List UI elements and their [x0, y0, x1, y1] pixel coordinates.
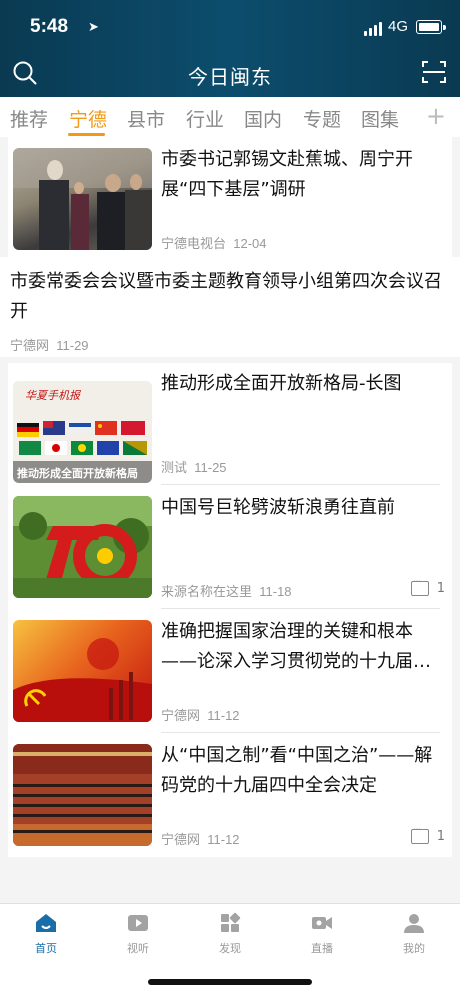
- news-headline: 准确把握国家治理的关键和根本——论深入学习贯彻党的十九届…: [161, 621, 431, 672]
- tab-counties[interactable]: 县市: [127, 105, 165, 132]
- comment-count[interactable]: 1: [410, 823, 445, 844]
- news-meta: 宁德电视台 12-04: [161, 233, 267, 252]
- news-headline: 市委书记郭锡文赴蕉城、周宁开展“四下基层”调研: [161, 149, 413, 200]
- news-source: 来源名称在这里: [161, 584, 253, 599]
- network-type: 4G: [387, 18, 408, 35]
- news-headline: 推动形成全面开放新格局-长图: [161, 373, 402, 394]
- news-thumbnail: 华夏手机报 推动形成全面开放新格局: [13, 381, 152, 483]
- battery-icon: [416, 20, 446, 34]
- news-meta: 宁德网 11-12: [161, 705, 240, 724]
- news-date: 11-12: [207, 832, 240, 847]
- signal-icon: [364, 22, 382, 36]
- nav-live[interactable]: 直播: [287, 912, 357, 956]
- location-icon: ➤: [88, 20, 99, 35]
- home-icon: [36, 914, 56, 932]
- nav-profile-label: 我的: [403, 942, 425, 955]
- video-icon: [128, 915, 148, 931]
- status-bar: 5:48 ➤ 4G: [0, 14, 460, 44]
- thumb-banner-text: 推动形成全面开放新格局: [17, 466, 138, 480]
- news-item[interactable]: 准确把握国家治理的关键和根本——论深入学习贯彻党的十九届… 宁德网 11-12: [8, 609, 452, 733]
- news-source: 宁德网: [10, 338, 50, 353]
- news-meta: 宁德网 11-29: [10, 335, 89, 354]
- thumb-masthead: 华夏手机报: [25, 389, 82, 402]
- news-date: 12-04: [233, 236, 267, 251]
- news-meta: 测试 11-25: [161, 457, 227, 476]
- comment-count[interactable]: 1: [410, 575, 445, 596]
- news-date: 11-25: [194, 460, 227, 475]
- news-headline: 中国号巨轮劈波斩浪勇往直前: [161, 497, 395, 518]
- news-source: 宁德电视台: [161, 236, 227, 251]
- tab-industry[interactable]: 行业: [186, 105, 224, 132]
- news-source: 测试: [161, 460, 188, 475]
- comment-icon: [410, 575, 429, 596]
- news-item[interactable]: 市委书记郭锡文赴蕉城、周宁开展“四下基层”调研 宁德电视台 12-04: [8, 137, 452, 257]
- nav-home[interactable]: 首页: [11, 912, 81, 956]
- news-meta: 来源名称在这里 11-18: [161, 581, 292, 600]
- tab-domestic[interactable]: 国内: [244, 105, 282, 132]
- tab-gallery[interactable]: 图集: [361, 105, 399, 132]
- news-thumbnail: [13, 148, 152, 250]
- active-tab-indicator: [68, 133, 105, 136]
- scan-icon[interactable]: [421, 59, 447, 85]
- comment-count-value: 1: [436, 829, 445, 844]
- nav-live-label: 直播: [311, 942, 333, 955]
- news-date: 11-18: [259, 584, 292, 599]
- news-date: 11-12: [207, 708, 240, 723]
- news-item[interactable]: 中国号巨轮劈波斩浪勇往直前 来源名称在这里 11-18 1: [8, 485, 452, 609]
- nav-home-label: 首页: [35, 942, 57, 955]
- page-title: 今日闽东: [188, 65, 272, 89]
- nav-discover-label: 发现: [219, 942, 241, 955]
- discover-icon: [221, 912, 241, 932]
- news-source: 宁德网: [161, 832, 201, 847]
- nav-video[interactable]: 视听: [103, 912, 173, 956]
- app-header: 5:48 ➤ 4G 今日闽东: [0, 0, 460, 97]
- news-item[interactable]: 市委常委会会议暨市委主题教育领导小组第四次会议召开 宁德网 11-29: [0, 257, 460, 357]
- status-time: 5:48: [30, 16, 69, 37]
- news-meta: 宁德网 11-12: [161, 829, 240, 848]
- tab-topics[interactable]: 专题: [303, 105, 341, 132]
- home-indicator: [148, 979, 312, 985]
- add-tab-button[interactable]: +: [426, 102, 446, 130]
- comment-count-value: 1: [436, 581, 445, 596]
- comment-icon: [410, 823, 429, 844]
- news-item[interactable]: 从“中国之制”看“中国之治”——解码党的十九届四中全会决定 宁德网 11-12 …: [8, 733, 452, 857]
- news-headline: 从“中国之制”看“中国之治”——解码党的十九届四中全会决定: [161, 745, 433, 796]
- tab-recommend[interactable]: 推荐: [10, 105, 48, 132]
- nav-discover[interactable]: 发现: [195, 912, 265, 956]
- news-date: 11-29: [56, 338, 89, 353]
- category-tabs: 推荐 宁德 县市 行业 国内 专题 图集 +: [0, 97, 460, 137]
- news-thumbnail: [13, 496, 152, 598]
- news-thumbnail: [13, 620, 152, 722]
- nav-video-label: 视听: [127, 942, 149, 955]
- news-source: 宁德网: [161, 708, 201, 723]
- news-headline: 市委常委会会议暨市委主题教育领导小组第四次会议召开: [10, 271, 442, 322]
- profile-icon: [404, 914, 424, 933]
- news-item[interactable]: 华夏手机报 推动形成全面开放新格局 推动形成全面开放新格局-长图 测试 11-2…: [8, 363, 452, 485]
- news-thumbnail: [13, 744, 152, 846]
- live-camera-icon: [312, 917, 332, 929]
- nav-profile[interactable]: 我的: [379, 912, 449, 956]
- tab-ningde[interactable]: 宁德: [69, 105, 107, 132]
